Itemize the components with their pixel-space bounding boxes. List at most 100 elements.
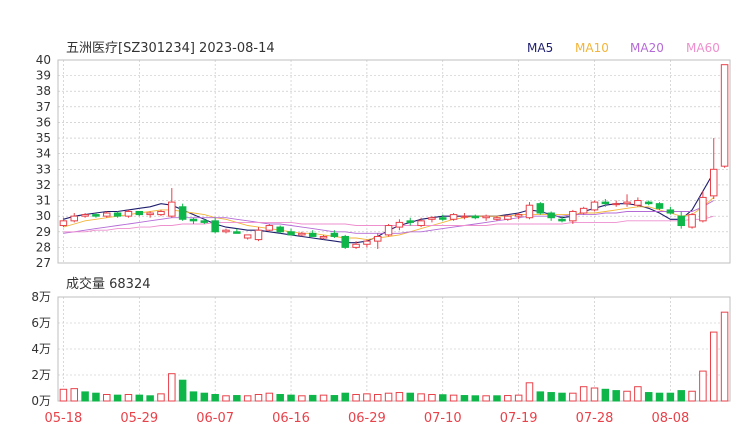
candle-body — [720, 64, 729, 167]
x-tick-label: 07-28 — [576, 411, 614, 426]
volume-bar — [590, 387, 599, 402]
volume-bar — [352, 394, 360, 402]
candle-body — [189, 218, 198, 222]
candle-body — [352, 243, 360, 248]
x-tick-label: 08-08 — [651, 411, 689, 426]
volume-bar — [308, 394, 317, 402]
price-y-axis: 40 3938 3736 35 3433 32 3130 2928 27 — [36, 53, 51, 270]
candle-body — [547, 212, 555, 219]
x-tick-label: 07-19 — [500, 411, 538, 426]
stock-chart: 五洲医疗[SZ301234] 2023-08-14 MA5 MA10 MA20 … — [31, 41, 731, 426]
volume-bar — [406, 392, 415, 402]
price-y-tick-label: 32 — [36, 178, 51, 192]
volume-bar — [460, 395, 469, 402]
candle-body — [525, 204, 534, 219]
volume-bar — [243, 395, 252, 402]
volume-bar — [655, 392, 664, 402]
candle-body — [699, 196, 707, 222]
volume-bar — [579, 386, 588, 402]
volume-y-tick-label: 8万 — [31, 290, 51, 304]
candle-body — [276, 226, 284, 233]
volume-bar — [439, 394, 447, 402]
candle-body — [113, 212, 122, 217]
candle-body — [569, 210, 577, 222]
volume-bar — [417, 393, 425, 402]
candle-body — [677, 215, 685, 227]
volume-bar — [449, 394, 458, 402]
candle-body — [341, 235, 349, 248]
legend: MA5 MA10 MA20 MA60 — [527, 41, 720, 55]
candle-body — [200, 220, 209, 223]
volume-bar — [189, 391, 198, 402]
volume-bar — [699, 370, 707, 402]
x-tick-label: 05-29 — [120, 411, 158, 426]
candle-body — [70, 215, 79, 222]
price-y-tick-label: 40 — [36, 53, 51, 67]
volume-bar — [222, 395, 230, 402]
volume-bar — [81, 391, 89, 402]
candle-body — [265, 225, 274, 231]
volume-bar — [504, 395, 512, 402]
volume-bar — [146, 395, 154, 402]
volume-bar — [514, 394, 523, 402]
volume-bar — [525, 382, 534, 402]
candlesticks — [59, 64, 729, 249]
candle-body — [211, 220, 219, 233]
volume-label: 成交量 68324 — [66, 276, 151, 292]
volume-bar — [384, 392, 393, 402]
candle-body — [298, 232, 306, 236]
volume-bar — [330, 395, 339, 402]
candle-body — [92, 214, 100, 217]
x-tick-label: 07-10 — [424, 411, 462, 426]
volume-bar — [319, 394, 328, 402]
candle-body — [514, 214, 523, 217]
candle-body — [157, 210, 165, 216]
candle-body — [135, 210, 144, 216]
legend-ma10: MA10 — [575, 41, 609, 55]
x-tick-label: 06-07 — [196, 411, 234, 426]
volume-bar — [200, 392, 209, 402]
volume-bar — [428, 394, 436, 402]
price-y-tick-label: 37 — [36, 100, 51, 114]
volume-bar — [601, 388, 610, 402]
x-axis-date-labels: 05-18 05-29 06-07 06-16 06-29 07-10 07-19 07-28… — [45, 411, 690, 426]
volume-bar — [623, 390, 631, 402]
x-tick-label: 06-29 — [348, 411, 386, 426]
candle-body — [373, 235, 382, 242]
volume-bar — [103, 394, 111, 402]
candle-body — [493, 217, 501, 220]
candle-body — [308, 232, 317, 237]
volume-bar — [536, 391, 545, 402]
volume-grid — [58, 297, 730, 401]
candle-body — [644, 201, 653, 205]
volume-bar — [178, 379, 187, 402]
volume-bar — [395, 392, 404, 402]
candle-body — [59, 220, 68, 227]
volume-y-tick-label: 0万 — [31, 394, 51, 408]
volume-bar — [688, 390, 696, 402]
volume-bar — [211, 394, 219, 402]
volume-bar — [634, 386, 642, 402]
volume-bar — [265, 392, 274, 402]
candle-body — [655, 203, 664, 209]
candle-body — [504, 215, 512, 220]
price-y-tick-label: 38 — [36, 84, 51, 98]
price-y-tick-label: 33 — [36, 162, 51, 176]
volume-bars — [59, 311, 729, 402]
x-tick-label: 06-16 — [272, 411, 310, 426]
volume-bar — [124, 394, 133, 402]
legend-ma5: MA5 — [527, 41, 553, 55]
candle-body — [612, 203, 620, 206]
candle-body — [254, 229, 263, 241]
volume-bar — [233, 395, 241, 402]
candle-body — [439, 217, 447, 220]
volume-bar — [341, 392, 349, 402]
price-panel-frame — [57, 59, 731, 264]
volume-y-tick-label: 2万 — [31, 368, 51, 382]
volume-bar — [287, 394, 295, 402]
candle-body — [287, 231, 295, 236]
price-y-tick-label: 29 — [36, 225, 51, 239]
price-y-tick-label: 27 — [36, 256, 51, 270]
price-grid — [58, 60, 730, 263]
volume-bar — [70, 388, 79, 402]
